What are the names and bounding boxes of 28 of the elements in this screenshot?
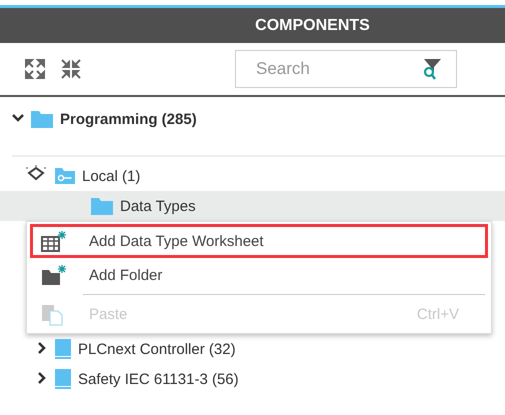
search-field[interactable]: Search bbox=[235, 50, 457, 88]
panel-title: COMPONENTS bbox=[255, 16, 370, 34]
tree-row[interactable]: Programming (285) bbox=[0, 97, 505, 141]
chevron-right-icon[interactable] bbox=[36, 342, 48, 354]
filter-search-icon[interactable] bbox=[422, 58, 442, 80]
menu-item[interactable]: Add Folder bbox=[30, 258, 488, 292]
menu-item[interactable]: Add Data Type Worksheet bbox=[30, 224, 488, 258]
collapse-all-icon[interactable] bbox=[60, 58, 82, 80]
tree-row[interactable]: Safety IEC 61131-3 (56) bbox=[0, 364, 505, 394]
table-add-icon bbox=[41, 230, 67, 252]
tree-row-selected[interactable]: Data Types bbox=[0, 191, 505, 221]
collapse-icon[interactable] bbox=[24, 165, 48, 183]
tree-label: Local (1) bbox=[82, 168, 140, 184]
expand-all-icon[interactable] bbox=[24, 58, 46, 80]
tree-label: Safety IEC 61131-3 (56) bbox=[78, 370, 239, 388]
tree-row[interactable]: PLCnext Controller (32) bbox=[0, 334, 505, 364]
folder-icon bbox=[30, 109, 54, 129]
folder-icon bbox=[90, 196, 114, 216]
tree-label: PLCnext Controller (32) bbox=[78, 340, 236, 358]
folder-key-icon bbox=[54, 167, 76, 185]
folder-add-icon bbox=[41, 264, 67, 286]
tree-label: Data Types bbox=[120, 198, 196, 214]
book-icon bbox=[54, 368, 72, 390]
chevron-right-icon[interactable] bbox=[36, 372, 48, 384]
tree-label: Programming (285) bbox=[60, 110, 197, 128]
book-icon bbox=[54, 338, 72, 360]
tree-row[interactable]: Local (1) bbox=[0, 161, 505, 191]
chevron-down-icon[interactable] bbox=[12, 112, 24, 124]
